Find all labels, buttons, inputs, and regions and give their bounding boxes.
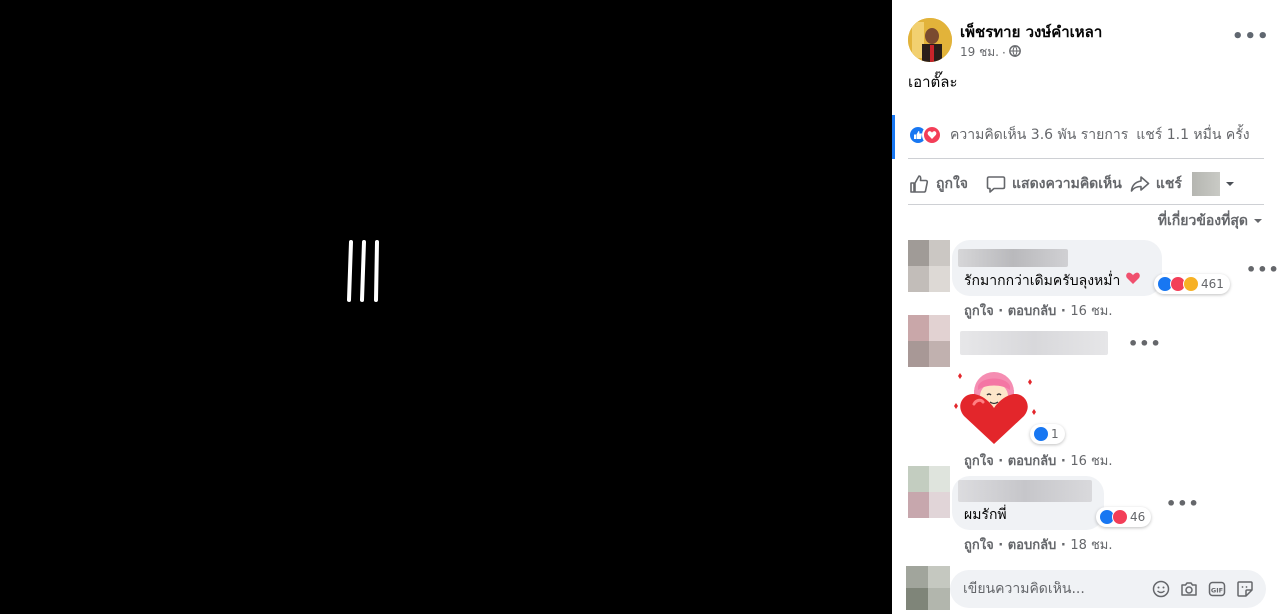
audience-avatar xyxy=(1191,172,1220,196)
like-button[interactable]: ถูกใจ xyxy=(908,173,982,195)
meta-separator: · xyxy=(1001,45,1006,60)
post-options-more-icon[interactable]: ••• xyxy=(1232,26,1270,47)
commenter-avatar[interactable] xyxy=(908,315,950,367)
share-button-label: แชร์ xyxy=(1155,176,1182,192)
divider xyxy=(908,204,1264,205)
reaction-count: 46 xyxy=(1130,510,1146,524)
comment-reactions[interactable]: 46 xyxy=(1096,507,1152,527)
post-action-bar: ถูกใจ แสดงความคิดเห็น แชร์ xyxy=(908,164,1268,204)
post-time[interactable]: 19 ชม. xyxy=(960,43,999,62)
commenter-name[interactable] xyxy=(958,480,1092,502)
comment-like-link[interactable]: ถูกใจ xyxy=(964,454,994,469)
focus-indicator xyxy=(892,115,895,159)
thumb-up-icon xyxy=(910,175,929,193)
sticker-icon[interactable] xyxy=(1236,580,1254,598)
post-media[interactable] xyxy=(0,0,892,614)
post-stats: ความคิดเห็น 3.6 พัน รายการ แชร์ 1.1 หมื่… xyxy=(908,124,1268,146)
chevron-down-icon xyxy=(1254,219,1262,223)
comment-reply-link[interactable]: ตอบกลับ xyxy=(1008,304,1057,319)
svg-text:GIF: GIF xyxy=(1211,587,1223,595)
share-icon xyxy=(1130,176,1150,192)
sort-label: ที่เกี่ยวข้องที่สุด xyxy=(1157,213,1248,229)
comment-button[interactable]: แสดงความคิดเห็น xyxy=(986,173,1122,195)
comment-input[interactable] xyxy=(963,581,1133,597)
love-letter-emoji-icon xyxy=(1126,272,1140,284)
commenter-avatar[interactable] xyxy=(908,240,950,292)
love-icon[interactable] xyxy=(922,125,942,145)
emoji-icon[interactable] xyxy=(1152,580,1170,598)
chevron-down-icon xyxy=(1225,182,1234,186)
comment-composer: GIF xyxy=(950,570,1266,608)
care-icon xyxy=(1183,276,1199,292)
comment-button-label: แสดงความคิดเห็น xyxy=(1012,176,1122,192)
comment-text-body: รักมากกว่าเดิมครับลุงหม่ำ xyxy=(964,273,1121,289)
globe-icon[interactable] xyxy=(1008,45,1021,60)
comment-time[interactable]: 16 ชม. xyxy=(1070,454,1112,469)
comment-reactions[interactable]: 1 xyxy=(1030,424,1065,444)
comment-more-icon[interactable]: ••• xyxy=(1246,260,1280,279)
comment-actions: ถูกใจ · ตอบกลับ · 16 ชม. xyxy=(964,304,1113,319)
reaction-count: 461 xyxy=(1201,277,1224,291)
love-icon xyxy=(1112,509,1128,525)
comment-like-link[interactable]: ถูกใจ xyxy=(964,538,994,553)
heart-hug-sticker[interactable] xyxy=(948,362,1040,448)
comment-more-icon[interactable]: ••• xyxy=(1128,334,1162,353)
comment-text: ผมรักพี่ xyxy=(964,507,1007,523)
post-caption: เอาตั๊ละ xyxy=(908,73,958,91)
like-button-label: ถูกใจ xyxy=(936,176,968,192)
post-sidebar: เพ็ชรทาย วงษ์คำเหลา 19 ชม. · ••• เอาตั๊ล… xyxy=(892,0,1280,614)
commenter-name[interactable] xyxy=(960,331,1108,355)
comment-actions: ถูกใจ · ตอบกลับ · 16 ชม. xyxy=(964,454,1113,469)
comment-time[interactable]: 16 ชม. xyxy=(1070,304,1112,319)
comment-text: รักมากกว่าเดิมครับลุงหม่ำ xyxy=(964,270,1141,292)
author-avatar[interactable] xyxy=(908,18,952,62)
comment-actions: ถูกใจ · ตอบกลับ · 18 ชม. xyxy=(964,538,1113,553)
current-user-avatar[interactable] xyxy=(906,566,950,610)
audience-selector[interactable] xyxy=(1191,172,1236,196)
tally-marks-image xyxy=(347,240,379,302)
gif-icon[interactable]: GIF xyxy=(1208,580,1226,598)
camera-icon[interactable] xyxy=(1180,580,1198,598)
post-meta: 19 ชม. · xyxy=(960,43,1021,62)
comment-time[interactable]: 18 ชม. xyxy=(1070,538,1112,553)
author-name[interactable]: เพ็ชรทาย วงษ์คำเหลา xyxy=(960,20,1102,44)
comment-sort-dropdown[interactable]: ที่เกี่ยวข้องที่สุด xyxy=(1158,210,1264,232)
composer-tools: GIF xyxy=(1152,580,1266,598)
share-button[interactable]: แชร์ xyxy=(1130,173,1182,195)
comment-reply-link[interactable]: ตอบกลับ xyxy=(1008,454,1057,469)
like-icon xyxy=(1033,426,1049,442)
shares-count[interactable]: แชร์ 1.1 หมื่น ครั้ง xyxy=(1136,124,1249,146)
comment-like-link[interactable]: ถูกใจ xyxy=(964,304,994,319)
comment-reactions[interactable]: 461 xyxy=(1154,274,1230,294)
comments-count[interactable]: ความคิดเห็น 3.6 พัน รายการ xyxy=(950,124,1128,146)
reaction-count: 1 xyxy=(1051,427,1059,441)
divider xyxy=(908,158,1264,159)
comment-more-icon[interactable]: ••• xyxy=(1166,494,1200,513)
comment-reply-link[interactable]: ตอบกลับ xyxy=(1008,538,1057,553)
comment-icon xyxy=(986,176,1006,193)
commenter-name[interactable] xyxy=(958,249,1068,267)
commenter-avatar[interactable] xyxy=(908,466,950,518)
